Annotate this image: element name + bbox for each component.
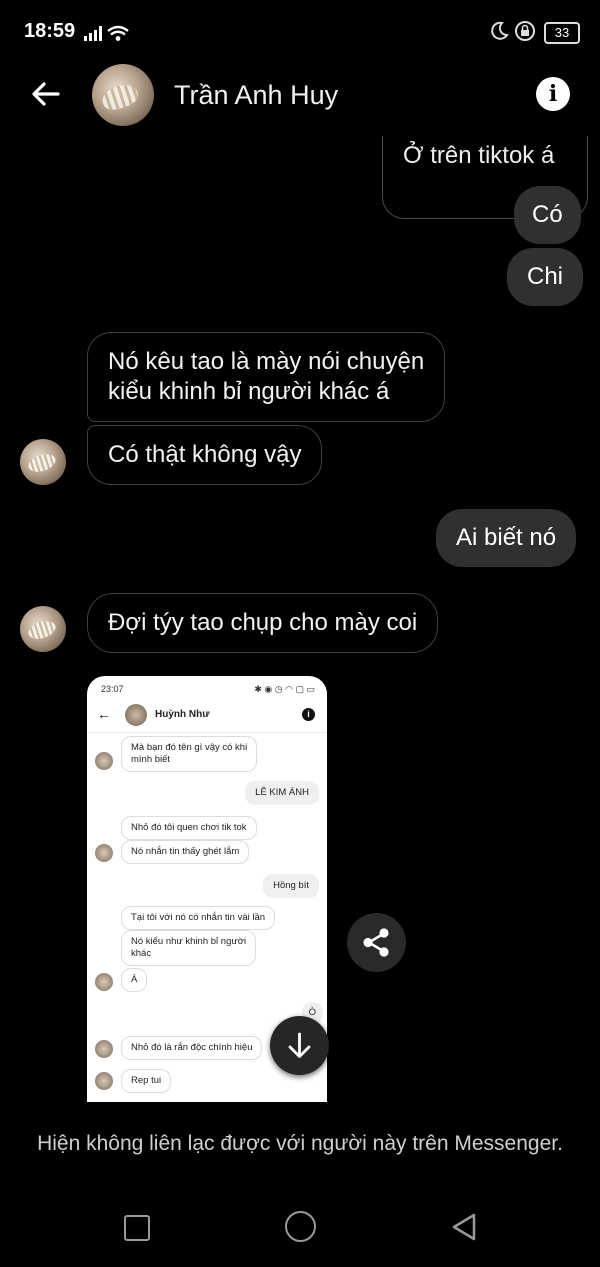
battery-indicator: 33 [544,22,580,44]
shot-message: Rep tui [121,1069,172,1093]
shot-avatar-small [95,973,113,991]
shot-avatar-small [95,752,113,770]
shot-avatar-small [95,844,113,862]
shot-message-text: Mà bạn đó tên gì vậy có khi [131,742,248,753]
message-bubble-incoming[interactable]: Có thật không vậy [87,425,323,485]
shot-message: Nhỏ đó tôi quen chơi tik tok [121,816,257,840]
shot-message: Nó nhắn tin thấy ghét lắm [121,840,250,864]
shot-message-text: mình biết [131,754,171,765]
message-text: kiểu khinh bỉ người khác á [108,378,390,405]
home-button[interactable] [285,1211,316,1242]
shot-info-icon: i [302,708,315,721]
back-arrow-icon[interactable] [28,76,64,112]
status-time: 18:59 [24,20,76,42]
message-bubble-incoming[interactable]: Nó kêu tao là mày nói chuyện kiểu khinh … [87,332,446,422]
signal-wifi-icon [84,25,129,41]
shot-message: Tại tôi với nó có nhắn tin vài lần [121,906,276,930]
message-text: Nó kêu tao là mày nói chuyện [108,348,425,375]
shot-time: 23:07 [101,684,124,694]
shot-divider [87,732,327,733]
info-icon[interactable]: i [536,77,570,111]
moon-icon [491,21,509,40]
shot-message: Nhỏ đó là rắn độc chính hiệu [121,1036,263,1060]
recents-button[interactable] [124,1215,150,1241]
shot-avatar-small [95,1040,113,1058]
scroll-down-button[interactable] [270,1016,329,1075]
contact-avatar[interactable] [92,64,154,126]
share-button[interactable] [347,913,406,972]
shot-message: Hồng bít [263,874,319,898]
status-bar: 18:59 33 [0,0,600,64]
arrow-down-icon [288,1032,311,1058]
share-icon [363,928,389,957]
unavailable-notice: Hiện không liên lạc được với người này t… [37,1132,563,1155]
contact-name[interactable]: Trần Anh Huy [174,80,338,111]
shot-message-text: khác [131,948,152,959]
message-bubble-outgoing[interactable]: Chi [507,248,584,306]
shot-avatar [125,704,147,726]
reply-quote-text: Ở trên tiktok á [403,142,555,169]
message-bubble-incoming[interactable]: Đợi týy tao chụp cho mày coi [87,593,439,653]
shot-message: LÊ KIM ÁNH [245,781,319,805]
shot-message-text: Nó kiểu như khinh bỉ người [131,936,247,947]
shot-message: Á [121,968,148,992]
back-nav-icon[interactable] [450,1212,478,1242]
shot-status-icons: ✱ ◉ ◷ ◠ ▢ ▭ [254,684,315,694]
shot-message: Mà bạn đó tên gì vậy có khi mình biết [121,736,258,772]
contact-avatar-small[interactable] [20,439,66,485]
message-bubble-outgoing[interactable]: Ai biết nó [436,509,577,567]
shot-avatar-small [95,1072,113,1090]
message-bubble-outgoing[interactable]: Có [514,186,581,244]
shot-contact-name: Huỳnh Như [155,709,210,720]
contact-avatar-small[interactable] [20,606,66,652]
lock-rotation-icon [515,21,535,41]
shot-back-icon: ← [97,706,111,722]
shot-message: Nó kiểu như khinh bỉ người khác [121,930,257,966]
